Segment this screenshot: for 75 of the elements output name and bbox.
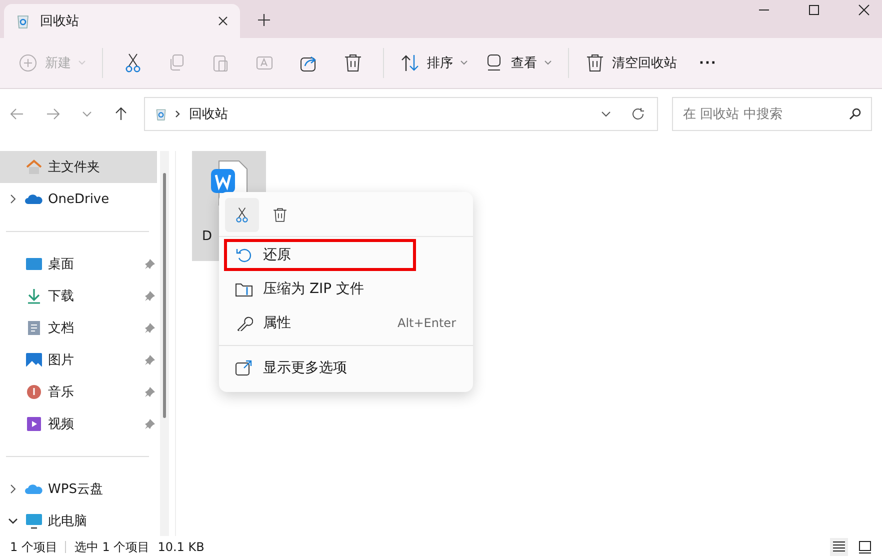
music-note-icon: [25, 384, 43, 400]
sort-button[interactable]: 排序: [392, 47, 476, 79]
chevron-right-icon[interactable]: [9, 194, 17, 204]
tab-title: 回收站: [40, 13, 80, 30]
sort-arrows-icon: [400, 53, 420, 73]
maximize-icon[interactable]: [808, 4, 820, 16]
up-icon[interactable]: [114, 107, 128, 121]
trash-icon: [343, 53, 363, 73]
pin-icon[interactable]: [145, 291, 155, 301]
sidebar-item[interactable]: 文档: [0, 312, 157, 344]
video-icon: [25, 416, 43, 432]
more-button[interactable]: ···: [685, 50, 731, 76]
shortcut-text: Alt+Enter: [397, 316, 456, 330]
menu-item[interactable]: 还原: [224, 239, 416, 271]
scissors-icon: [123, 53, 143, 73]
image-icon: [25, 352, 43, 368]
search-field[interactable]: 在 回收站 中搜索: [672, 97, 872, 131]
pin-icon[interactable]: [145, 323, 155, 333]
chevron-right-icon[interactable]: [175, 110, 181, 118]
address-bar[interactable]: 回收站: [144, 97, 658, 131]
scissors-icon: [234, 207, 250, 223]
sidebar-item[interactable]: OneDrive: [0, 183, 157, 215]
pin-icon[interactable]: [145, 259, 155, 269]
item-count: 1 个项目: [10, 538, 58, 556]
tab[interactable]: 回收站: [4, 4, 240, 38]
sidebar-item[interactable]: 图片: [0, 344, 157, 376]
desktop-icon: [25, 256, 43, 272]
sidebar-item[interactable]: 音乐: [0, 376, 157, 408]
recycle-bin-icon: [155, 107, 167, 121]
view-button[interactable]: 查看: [476, 47, 560, 79]
recycle-bin-icon: [16, 13, 30, 29]
chevron-down-icon: [78, 60, 86, 66]
forward-icon[interactable]: [46, 107, 60, 121]
path-segment[interactable]: 回收站: [189, 105, 228, 123]
plus-icon[interactable]: [258, 14, 270, 26]
sidebar-item[interactable]: 下载: [0, 280, 157, 312]
external-link-icon: [235, 360, 253, 376]
plus-circle-icon: [18, 53, 38, 73]
menu-item[interactable]: 显示更多选项: [224, 352, 469, 384]
tiles-view-icon[interactable]: [856, 538, 874, 556]
menu-item[interactable]: 属性 Alt+Enter: [224, 307, 469, 339]
house-icon: [25, 159, 43, 175]
trash-icon: [585, 53, 605, 73]
sidebar-item[interactable]: 主文件夹: [0, 151, 157, 183]
zip-folder-icon: [235, 281, 253, 297]
details-view-icon[interactable]: [830, 538, 848, 556]
close-icon[interactable]: [218, 16, 228, 26]
chevron-down-icon[interactable]: [8, 517, 18, 525]
refresh-icon[interactable]: [631, 107, 645, 121]
wrench-icon: [235, 315, 253, 331]
cut-button[interactable]: [225, 198, 259, 232]
back-icon[interactable]: [10, 107, 24, 121]
document-icon: [25, 320, 43, 336]
menu-item[interactable]: 压缩为 ZIP 文件: [224, 273, 469, 305]
trash-icon: [272, 207, 288, 223]
chevron-right-icon[interactable]: [9, 484, 17, 494]
scrollbar-thumb[interactable]: [163, 173, 166, 418]
chevron-down-icon[interactable]: [601, 109, 611, 119]
pin-icon[interactable]: [145, 355, 155, 365]
selection-count: 选中 1 个项目: [74, 538, 150, 556]
pin-icon[interactable]: [145, 419, 155, 429]
undo-arrow-icon: [235, 247, 253, 263]
sidebar-item[interactable]: 桌面: [0, 248, 157, 280]
chevron-down-icon: [544, 60, 552, 66]
sidebar-item[interactable]: 视频: [0, 408, 157, 440]
chevron-down-icon: [460, 60, 468, 66]
search-icon[interactable]: [848, 107, 862, 121]
sidebar-item[interactable]: 此电脑: [0, 505, 157, 536]
sidebar-item[interactable]: WPS云盘: [0, 473, 157, 505]
pin-icon[interactable]: [145, 387, 155, 397]
close-icon[interactable]: [858, 4, 870, 16]
monitor-icon: [25, 513, 43, 529]
selection-size: 10.1 KB: [158, 540, 204, 554]
empty-button[interactable]: 清空回收站: [577, 47, 685, 79]
download-icon: [25, 288, 43, 304]
